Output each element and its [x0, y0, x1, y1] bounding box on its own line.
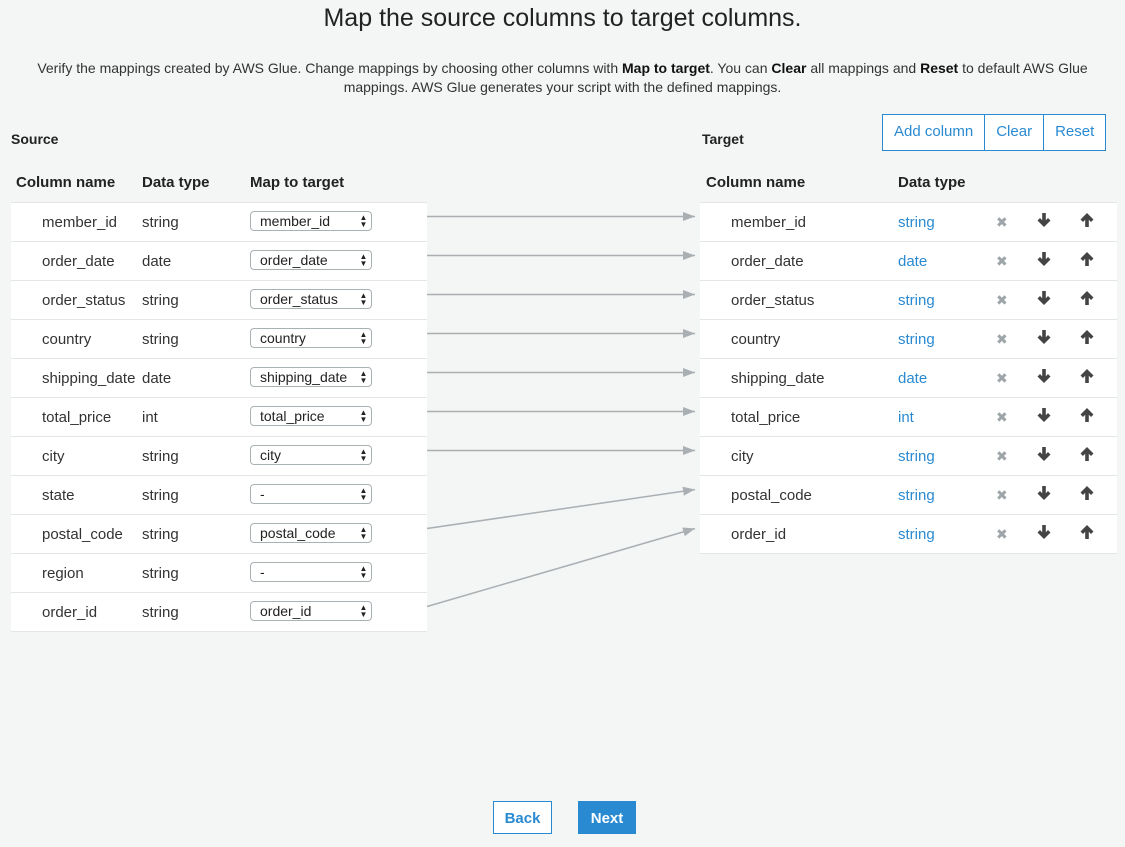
- mapping-line: [426, 527, 696, 608]
- mapping-lines: [426, 212, 696, 608]
- back-button[interactable]: Back: [493, 801, 552, 834]
- next-button[interactable]: Next: [578, 801, 636, 834]
- mapping-line: [426, 486, 696, 530]
